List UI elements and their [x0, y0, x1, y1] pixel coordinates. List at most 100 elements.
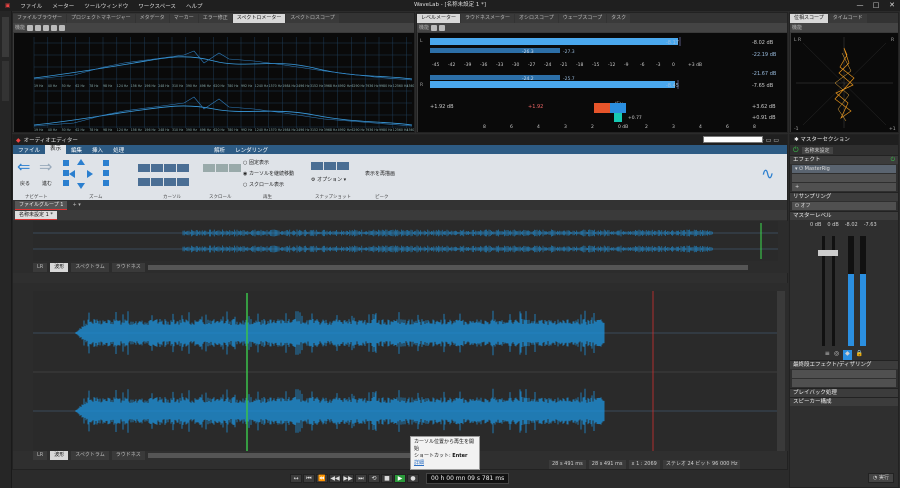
dither-icon[interactable]: ◆ [843, 350, 852, 360]
tab-spectrometer[interactable]: スペクトロメーター [232, 14, 286, 23]
zoom-controls[interactable] [61, 157, 121, 191]
menu-toolwindow[interactable]: ツールウィンドウ [79, 2, 133, 10]
side-tab-meters[interactable] [2, 17, 9, 57]
redraw-button[interactable]: 表示を再描画 [365, 170, 395, 177]
level-freeze-icon[interactable] [431, 24, 438, 31]
tab-file-browser[interactable]: ファイルブラウザー [13, 14, 67, 23]
phase-func-label[interactable]: 機能 [792, 24, 802, 31]
transport-stop-icon[interactable]: ■ [381, 473, 393, 483]
fader-left[interactable] [818, 250, 828, 256]
tab-phase-scope[interactable]: 位相スコープ [790, 14, 828, 23]
tab-error-correction[interactable]: エラー修正 [198, 14, 232, 23]
transport-prev-icon[interactable]: ⏪ [316, 473, 328, 483]
overview-waveform[interactable] [13, 221, 788, 261]
master-preset[interactable]: 名称未設定 [801, 146, 833, 154]
level-reset-icon[interactable] [439, 24, 446, 31]
playback-processing-header[interactable]: プレイバック処理 [790, 388, 898, 397]
status-selection-2[interactable]: 28 s 491 ms [588, 460, 626, 469]
tab-spectroscope[interactable]: スペクトロスコープ [286, 14, 339, 23]
ribbon-tab-process[interactable]: 処理 [108, 146, 129, 154]
tab-file-group-1[interactable]: ファイルグループ 1 [15, 201, 68, 210]
tooltip-details-link[interactable]: 詳細 [414, 460, 476, 467]
link-icon[interactable]: ≡ [825, 350, 830, 360]
forward-arrow-icon[interactable]: ⇒ [39, 157, 52, 176]
transport-loop-icon[interactable]: ↔ [290, 473, 302, 483]
overview-scrollbar[interactable] [147, 265, 748, 270]
ribbon-tab-analyze[interactable]: 解析 [209, 146, 230, 154]
menu-help[interactable]: ヘルプ [181, 2, 208, 10]
lock-icon[interactable]: 🔒 [856, 350, 863, 360]
main-tab-loudness[interactable]: ラウドネス [111, 451, 145, 460]
final-fx-slot-2[interactable] [792, 379, 896, 387]
close-button[interactable]: ✕ [884, 0, 900, 11]
snapshot-controls[interactable] [311, 162, 350, 172]
side-tab-tools[interactable] [2, 61, 9, 101]
tab-project-manager[interactable]: プロジェクトマネージャー [67, 14, 135, 23]
status-zoom[interactable]: x 1 : 2069 [628, 460, 660, 469]
menu-meter[interactable]: メーター [47, 2, 79, 10]
transport-rewind-icon[interactable]: ◀◀ [329, 473, 341, 483]
main-waveform[interactable] [13, 283, 788, 451]
app-logo-icon[interactable]: ▣ [0, 3, 15, 9]
camera-icon[interactable] [43, 24, 50, 31]
scroll-controls[interactable] [203, 164, 242, 174]
check-icon[interactable] [35, 24, 42, 31]
effect-slot-2[interactable] [792, 174, 896, 182]
tab-marker[interactable]: マーカー [169, 14, 198, 23]
status-format[interactable]: ステレオ 24 ビット 96 000 Hz [662, 460, 741, 469]
ribbon-tab-insert[interactable]: 挿入 [87, 146, 108, 154]
tab-task[interactable]: タスク [607, 14, 631, 23]
cursor-controls[interactable] [138, 164, 190, 174]
main-tab-wave[interactable]: 波形 [50, 451, 69, 460]
options-button[interactable]: ⚙ オプション ▾ [311, 176, 346, 183]
overview-tab-wave[interactable]: 波形 [50, 263, 69, 272]
add-group-button[interactable]: + ▾ [68, 201, 85, 210]
workspace-combo[interactable] [703, 136, 763, 143]
maximize-button[interactable]: □ [868, 0, 884, 11]
tab-timecode[interactable]: タイムコード [828, 14, 867, 23]
final-fx-slot-1[interactable] [792, 370, 896, 378]
render-button[interactable]: ◔ 実行 [868, 473, 894, 483]
level-func-label[interactable]: 機能 [419, 24, 429, 31]
resampling-slot[interactable]: ⏻ オフ [792, 202, 896, 210]
transport-forward-icon[interactable]: ▶▶ [342, 473, 354, 483]
main-scrollbar[interactable] [147, 453, 438, 458]
speaker-config-header[interactable]: スピーカー構成 [790, 397, 898, 406]
cursor-controls-2[interactable] [138, 178, 190, 188]
func-label[interactable]: 機能 [15, 24, 25, 31]
tab-oscilloscope[interactable]: オシロスコープ [515, 14, 558, 23]
transport-record-icon[interactable]: ● [407, 473, 419, 483]
overview-tab-lr[interactable]: LR [33, 263, 48, 272]
power-icon[interactable]: ⏻ [793, 146, 799, 155]
overview-tab-spectrum[interactable]: スペクトラム [71, 263, 109, 272]
menu-file[interactable]: ファイル [15, 2, 47, 10]
tab-wavescope[interactable]: ウェーブスコープ [558, 14, 607, 23]
radio-scroll[interactable]: ○ スクロール表示 [243, 180, 294, 191]
menu-workspace[interactable]: ワークスペース [133, 2, 181, 10]
ribbon-tab-render[interactable]: レンダリング [230, 146, 273, 154]
picture-icon[interactable] [59, 24, 66, 31]
overview-tab-loudness[interactable]: ラウドネス [111, 263, 145, 272]
main-tab-lr[interactable]: LR [33, 451, 48, 460]
ribbon-tab-view[interactable]: 表示 [45, 145, 67, 154]
mono-icon[interactable]: ◎ [834, 350, 839, 360]
ribbon-tab-file[interactable]: ファイル [13, 146, 45, 154]
radio-fixed[interactable]: ○ 固定表示 [243, 158, 294, 169]
back-arrow-icon[interactable]: ⇐ [17, 157, 30, 176]
main-tab-spectrum[interactable]: スペクトラム [71, 451, 109, 460]
status-selection-1[interactable]: 28 s 491 ms [549, 460, 586, 469]
transport-play-icon[interactable]: ▶ [394, 473, 406, 483]
tab-level-meter[interactable]: レベルメーター [417, 14, 461, 23]
effect-slot-masterrig[interactable]: ▾ ⏻ MasterRig [792, 165, 896, 173]
tab-untitled-1[interactable]: 名称未設定 1 * [15, 211, 57, 220]
transport-start-icon[interactable]: ⏮ [303, 473, 315, 483]
transport-cycle-icon[interactable]: ⟲ [368, 473, 380, 483]
tab-loudness-meter[interactable]: ラウドネスメーター [461, 14, 515, 23]
ribbon-tab-edit[interactable]: 編集 [66, 146, 87, 154]
folder-icon[interactable] [51, 24, 58, 31]
effect-slot-add[interactable]: + [792, 183, 896, 191]
freeze-icon[interactable] [27, 24, 34, 31]
minimize-button[interactable]: — [852, 0, 868, 11]
radio-follow[interactable]: ◉ カーソルを継続移動 [243, 169, 294, 180]
transport-end-icon[interactable]: ⏭ [355, 473, 367, 483]
